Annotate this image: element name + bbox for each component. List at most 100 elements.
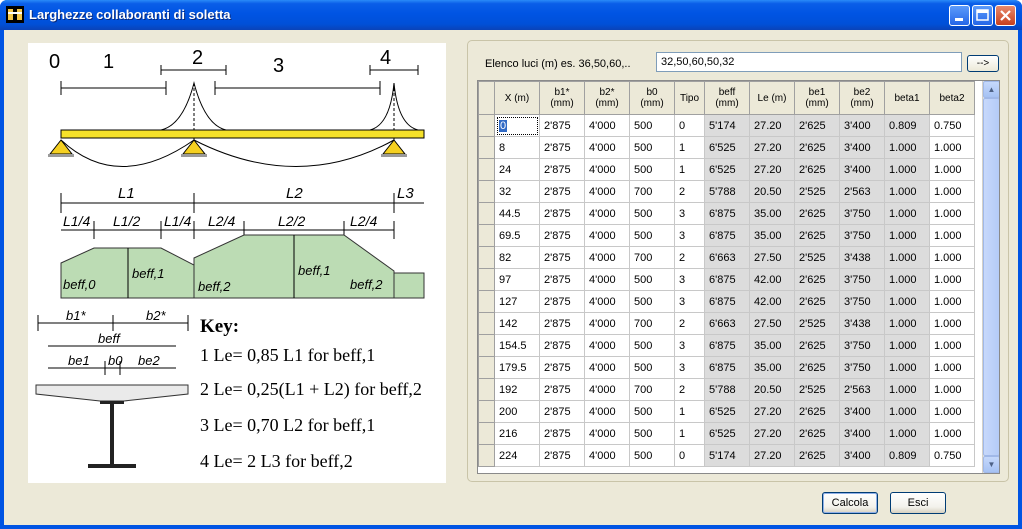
table-cell[interactable]: 24 [494,158,540,181]
table-cell[interactable]: 1.000 [884,312,930,335]
table-cell[interactable]: 1 [674,422,705,445]
table-cell[interactable]: 224 [494,444,540,467]
table-cell[interactable]: 179.5 [494,356,540,379]
results-grid[interactable]: X (m) b1* (mm) b2* (mm) b0 (mm) Tipo beff (mm) Le … [477,80,1000,474]
table-cell[interactable]: 97 [494,268,540,291]
column-header[interactable]: Le (m) [749,81,795,115]
table-cell[interactable]: 1.000 [884,158,930,181]
table-cell[interactable]: 500 [629,400,675,423]
table-cell[interactable]: 700 [629,378,675,401]
table-cell[interactable]: 4'000 [584,400,630,423]
table-row[interactable]: 192 2'875 4'000 700 2 5'788 20.50 2'525 2'563 1.0… [478,378,975,401]
row-header[interactable] [478,246,495,269]
table-row[interactable]: 200 2'875 4'000 500 1 6'525 27.20 2'625 3'400 1.0… [478,400,975,423]
table-cell[interactable]: 1 [674,158,705,181]
scroll-down-button[interactable]: ▼ [983,456,999,473]
table-cell[interactable]: 1.000 [929,400,975,423]
table-cell[interactable]: 1.000 [884,334,930,357]
table-cell[interactable]: 2'875 [539,136,585,159]
table-cell[interactable]: 2'525 [794,246,840,269]
table-cell[interactable]: 4'000 [584,224,630,247]
table-cell[interactable]: 1.000 [884,378,930,401]
column-header[interactable]: be1 (mm) [794,81,840,115]
table-cell[interactable]: 4'000 [584,422,630,445]
vertical-scrollbar[interactable]: ▲ ▼ [982,81,999,473]
table-cell[interactable]: 2'875 [539,312,585,335]
table-cell[interactable]: 1.000 [929,356,975,379]
table-cell[interactable]: 2'525 [794,180,840,203]
table-cell[interactable]: 2 [674,312,705,335]
table-cell[interactable]: 4'000 [584,290,630,313]
table-cell[interactable]: 3'400 [839,422,885,445]
calcola-button[interactable]: Calcola [822,492,878,514]
table-cell[interactable]: 2'625 [794,224,840,247]
table-cell[interactable]: 5'174 [704,444,750,467]
table-cell[interactable]: 0.750 [929,444,975,467]
table-cell[interactable]: 200 [494,400,540,423]
table-cell[interactable]: 4'000 [584,114,630,137]
table-cell[interactable]: 42.00 [749,290,795,313]
table-row[interactable]: 44.5 2'875 4'000 500 3 6'875 35.00 2'625 3'750 1.… [478,202,975,225]
row-header[interactable] [478,444,495,467]
table-cell[interactable]: 2'875 [539,356,585,379]
spans-list-input[interactable] [656,52,962,72]
row-header[interactable] [478,180,495,203]
table-cell[interactable]: 4'000 [584,356,630,379]
table-cell[interactable]: 500 [629,224,675,247]
table-cell[interactable]: 0.750 [929,114,975,137]
table-cell[interactable]: 3 [674,290,705,313]
table-cell[interactable]: 2'525 [794,312,840,335]
table-cell[interactable]: 1.000 [884,422,930,445]
apply-spans-button[interactable]: --> [967,55,999,72]
table-cell[interactable]: 2'875 [539,246,585,269]
table-cell[interactable]: 3 [674,224,705,247]
table-cell[interactable]: 2'875 [539,202,585,225]
table-cell[interactable]: 3'750 [839,334,885,357]
table-cell[interactable]: 500 [629,356,675,379]
table-cell[interactable]: 2'875 [539,114,585,137]
row-header[interactable] [478,290,495,313]
table-cell[interactable]: 6'875 [704,268,750,291]
table-cell[interactable]: 5'174 [704,114,750,137]
table-cell[interactable]: 6'875 [704,290,750,313]
column-header[interactable]: b1* (mm) [539,81,585,115]
table-cell[interactable]: 3'750 [839,356,885,379]
table-cell[interactable]: 500 [629,202,675,225]
table-cell[interactable]: 1.000 [929,246,975,269]
table-cell[interactable]: 1.000 [929,136,975,159]
table-cell[interactable]: 27.20 [749,444,795,467]
table-row[interactable]: 8 2'875 4'000 500 1 6'525 27.20 2'625 3'400 1.000… [478,136,975,159]
table-cell[interactable]: 6'663 [704,312,750,335]
table-cell[interactable]: 35.00 [749,356,795,379]
table-cell[interactable]: 20.50 [749,378,795,401]
table-cell[interactable]: 3'400 [839,400,885,423]
table-cell[interactable]: 6'875 [704,334,750,357]
table-cell[interactable]: 4'000 [584,334,630,357]
table-cell[interactable]: 2'625 [794,268,840,291]
row-header[interactable] [478,356,495,379]
table-cell[interactable]: 1 [674,136,705,159]
table-cell[interactable]: 4'000 [584,158,630,181]
row-header[interactable] [478,378,495,401]
table-cell[interactable]: 2'875 [539,180,585,203]
table-cell[interactable]: 2'875 [539,334,585,357]
table-cell[interactable]: 2'525 [794,378,840,401]
table-cell[interactable]: 2'875 [539,268,585,291]
table-cell[interactable]: 1.000 [929,202,975,225]
table-cell[interactable]: 3 [674,356,705,379]
table-cell[interactable]: 2'563 [839,378,885,401]
table-cell[interactable]: 4'000 [584,136,630,159]
table-cell[interactable]: 1.000 [884,268,930,291]
table-cell[interactable]: 2'625 [794,114,840,137]
table-cell[interactable]: 8 [494,136,540,159]
close-button[interactable] [995,5,1016,26]
row-header[interactable] [478,400,495,423]
table-cell[interactable]: 2'625 [794,290,840,313]
table-cell[interactable]: 27.50 [749,246,795,269]
table-cell[interactable]: 1.000 [929,334,975,357]
table-cell[interactable]: 27.20 [749,400,795,423]
table-cell[interactable]: 2'625 [794,202,840,225]
table-cell[interactable]: 700 [629,180,675,203]
row-header[interactable] [478,202,495,225]
table-cell[interactable]: 3'400 [839,158,885,181]
